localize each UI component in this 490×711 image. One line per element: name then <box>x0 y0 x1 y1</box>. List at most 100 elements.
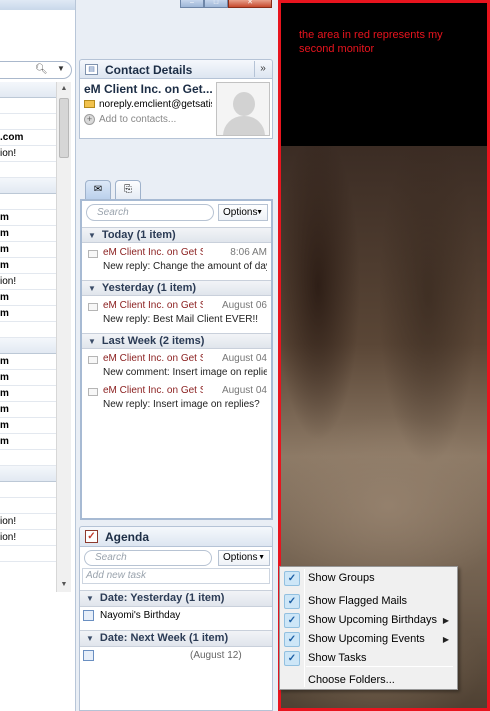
table-row[interactable]: m <box>0 306 56 322</box>
add-to-contacts-link[interactable]: + Add to contacts... <box>84 114 176 125</box>
new-task-input[interactable]: Add new task <box>82 568 270 584</box>
table-row[interactable]: ion! <box>0 530 56 546</box>
maximize-button[interactable]: □ <box>204 0 228 8</box>
agenda-item-text: Nayomi's Birthday <box>100 610 181 621</box>
table-row[interactable]: m <box>0 242 56 258</box>
list-item[interactable]: eM Client Inc. on Get Satis... August 04 N… <box>82 383 271 415</box>
agenda-search-input[interactable]: Search <box>84 550 212 566</box>
agenda-title: Agenda <box>105 530 150 544</box>
plus-icon: + <box>84 114 95 125</box>
message-search-input[interactable]: 🔍︎ ▼ <box>0 61 72 79</box>
table-row[interactable]: ion! <box>0 274 56 290</box>
table-row[interactable] <box>0 482 56 498</box>
agenda-item[interactable]: (August 12) <box>80 648 272 664</box>
menu-item-label: Show Upcoming Events <box>308 633 425 645</box>
table-row[interactable] <box>0 98 56 114</box>
add-to-contacts-label: Add to contacts... <box>99 114 177 125</box>
close-button[interactable]: ✕ <box>228 0 272 8</box>
list-group-header[interactable] <box>0 338 56 354</box>
minimize-button[interactable]: – <box>180 0 204 8</box>
message-time: August 04 <box>221 353 267 364</box>
table-row[interactable]: m <box>0 402 56 418</box>
scrollbar-thumb[interactable] <box>59 98 69 158</box>
tab-attachments[interactable]: ⎘ <box>115 180 141 200</box>
table-row[interactable]: m <box>0 434 56 450</box>
agenda-options-button[interactable]: Options ▼ <box>218 550 270 566</box>
table-row[interactable] <box>0 114 56 130</box>
checkmark-icon: ✓ <box>284 613 300 628</box>
list-item[interactable]: eM Client Inc. on Get Satisfa... 8:06 AM N… <box>82 245 271 277</box>
menu-item-show-upcoming-birthdays[interactable]: ✓ Show Upcoming Birthdays ▶ <box>282 611 455 630</box>
list-group-header[interactable] <box>0 82 56 98</box>
table-row[interactable] <box>0 498 56 514</box>
table-row[interactable] <box>0 162 56 178</box>
conversations-panel: Search Options ▼ ▼ Today (1 item) eM Clien… <box>80 199 273 520</box>
collapse-triangle-icon[interactable]: ▼ <box>88 229 96 243</box>
collapse-triangle-icon[interactable]: ▼ <box>88 282 96 296</box>
collapse-triangle-icon[interactable]: ▼ <box>88 335 96 349</box>
table-row[interactable]: m <box>0 226 56 242</box>
group-count: (1 item) <box>156 282 197 294</box>
agenda-body: Search Options ▼ Add new task ▼ Date: Yes… <box>79 547 273 711</box>
contact-email[interactable]: noreply.emclient@getsatis... <box>84 99 212 110</box>
conversation-group-header[interactable]: ▼ Last Week (2 items) <box>82 333 271 349</box>
conversation-options-button[interactable]: Options ▼ <box>218 204 268 221</box>
checkmark-icon: ✓ <box>284 651 300 666</box>
window-controls: – □ ✕ <box>180 0 272 8</box>
message-subject: New comment: Insert image on replies? <box>103 367 267 378</box>
message-time: August 06 <box>221 300 267 311</box>
table-row[interactable] <box>0 450 56 466</box>
table-row[interactable]: .com <box>0 130 56 146</box>
message-list-scrollbar[interactable]: ▲ ▼ <box>56 82 71 592</box>
conversation-group-header[interactable]: ▼ Yesterday (1 item) <box>82 280 271 296</box>
table-row[interactable]: m <box>0 370 56 386</box>
tab-conversations[interactable]: ✉ <box>85 180 111 200</box>
group-label: Date: Yesterday <box>99 592 183 604</box>
table-row[interactable]: m <box>0 354 56 370</box>
menu-item-show-flagged-mails[interactable]: ✓ Show Flagged Mails <box>282 592 455 611</box>
message-subject: New reply: Insert image on replies? <box>103 399 260 410</box>
collapse-triangle-icon[interactable]: ▼ <box>86 591 94 606</box>
paperclip-icon: ⎘ <box>124 184 132 195</box>
list-group-header[interactable] <box>0 178 56 194</box>
agenda-item[interactable]: Nayomi's Birthday <box>80 608 272 624</box>
envelope-icon <box>88 356 98 364</box>
group-label: Today <box>101 229 134 241</box>
list-item[interactable]: eM Client Inc. on Get Satis... August 04 N… <box>82 351 271 383</box>
group-count: (2 items) <box>159 335 205 347</box>
menu-item-choose-folders[interactable]: Choose Folders... <box>282 671 455 690</box>
checkmark-icon: ✓ <box>284 632 300 647</box>
table-row[interactable] <box>0 322 56 338</box>
table-row[interactable]: m <box>0 290 56 306</box>
conversation-search-input[interactable]: Search <box>86 204 214 221</box>
table-row[interactable]: ion! <box>0 514 56 530</box>
list-item[interactable]: eM Client Inc. on Get Satis... August 06 N… <box>82 298 271 330</box>
table-row[interactable]: m <box>0 386 56 402</box>
table-row[interactable]: m <box>0 258 56 274</box>
group-count: (1 item) <box>185 592 225 604</box>
table-row[interactable] <box>0 546 56 562</box>
scroll-up-icon[interactable]: ▲ <box>57 82 71 96</box>
contact-name[interactable]: eM Client Inc. on Get... <box>84 82 212 96</box>
menu-item-show-upcoming-events[interactable]: ✓ Show Upcoming Events ▶ <box>282 630 455 649</box>
message-subject: New reply: Best Mail Client EVER!! <box>103 314 259 325</box>
message-sender: eM Client Inc. on Get Satisfa... <box>103 247 203 258</box>
avatar <box>216 82 270 136</box>
table-row[interactable]: m <box>0 210 56 226</box>
agenda-group-header[interactable]: ▼ Date: Yesterday (1 item) <box>80 590 272 607</box>
conversation-group-header[interactable]: ▼ Today (1 item) <box>82 227 271 243</box>
message-sender: eM Client Inc. on Get Satis... <box>103 353 203 364</box>
list-group-header[interactable] <box>0 466 56 482</box>
collapse-triangle-icon[interactable]: ▼ <box>86 631 94 646</box>
collapse-button[interactable]: » <box>254 61 271 77</box>
menu-item-show-groups[interactable]: ✓ Show Groups <box>282 569 455 588</box>
table-row[interactable]: ion! <box>0 146 56 162</box>
envelope-icon <box>88 303 98 311</box>
menu-item-label: Show Upcoming Birthdays <box>308 614 438 626</box>
scroll-down-icon[interactable]: ▼ <box>57 578 71 592</box>
message-sender: eM Client Inc. on Get Satis... <box>103 385 203 396</box>
chevron-down-icon[interactable]: ▼ <box>57 64 65 73</box>
agenda-group-header[interactable]: ▼ Date: Next Week (1 item) <box>80 630 272 647</box>
table-row[interactable] <box>0 194 56 210</box>
table-row[interactable]: m <box>0 418 56 434</box>
